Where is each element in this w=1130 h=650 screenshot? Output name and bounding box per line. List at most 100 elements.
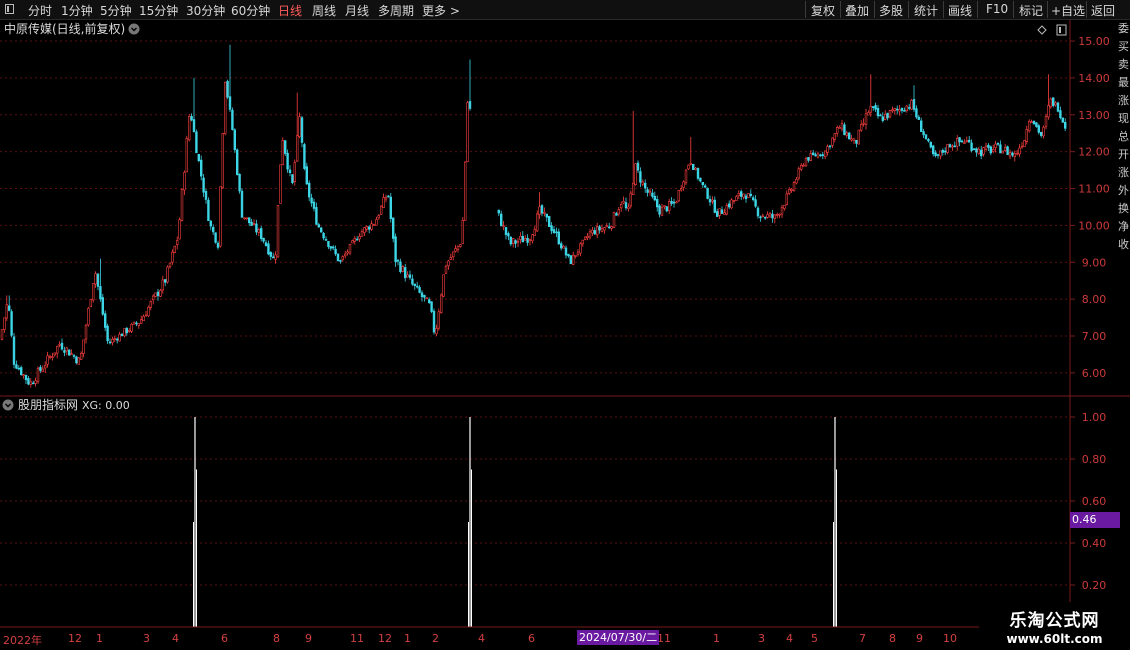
candle [864,108,868,130]
x-tick-label: 4 [478,632,485,645]
tab-daily[interactable]: 日线 [278,2,302,19]
candle [511,237,515,248]
candle [132,321,136,325]
candle [778,213,781,219]
candle [432,308,436,335]
tab-monthly[interactable]: 月线 [345,2,369,19]
candle [886,112,889,121]
candle [499,210,503,227]
candle [197,153,200,163]
back-button[interactable]: 返回 [1091,2,1115,19]
candle [447,259,450,270]
candle [454,244,457,253]
restore-rights-button[interactable]: 复权 [811,2,835,19]
candle [723,208,726,215]
candle [84,323,88,344]
overlay-button[interactable]: 叠加 [845,2,869,19]
candle [111,336,114,346]
candle [879,113,882,117]
tab-fenshi[interactable]: 分时 [28,2,52,19]
candle [168,262,172,269]
candle [941,148,945,156]
tab-5min[interactable]: 5分钟 [100,2,132,19]
candle [355,236,359,241]
candle [346,249,349,256]
candle [1052,97,1055,108]
candle [807,156,810,163]
cursor-date-badge: 2024/07/30/二 [577,630,660,645]
candle [859,120,863,133]
candle [939,150,942,160]
tab-1min[interactable]: 1分钟 [61,2,93,19]
candle [665,206,669,213]
candle [116,337,119,344]
candle [382,193,385,209]
indicator-dropdown-icon[interactable] [2,399,14,411]
candle [802,163,805,167]
candle [264,240,268,247]
candle [883,110,887,121]
statistics-button[interactable]: 统计 [914,2,938,19]
candle [792,181,796,192]
y-tick-label: 13.00 [1078,109,1110,122]
candle [684,169,688,186]
candle [737,190,741,200]
x-tick-label: 9 [916,632,923,645]
candle [543,207,546,217]
candle [888,110,892,119]
candle [214,232,217,244]
candle [900,107,904,114]
candle [631,111,635,195]
candle [15,360,18,370]
signal-bar [468,417,472,627]
candle [159,288,162,298]
candle [989,145,993,156]
candle [243,217,246,220]
chart-area[interactable]: 中原传媒(日线,前复权) 15.0014.0013.0012.0011.0010… [0,20,1130,650]
candle [94,271,97,288]
multi-stock-button[interactable]: 多股 [879,2,903,19]
candle [425,297,428,300]
candle [1032,120,1036,125]
tab-15min[interactable]: 15分钟 [139,2,178,19]
window-icon[interactable] [5,4,14,14]
candle [12,332,16,369]
candle [367,225,371,234]
tab-weekly[interactable]: 周线 [312,2,336,19]
candle [24,374,28,385]
candle [504,226,508,240]
x-tick-label: 12 [378,632,392,645]
draw-line-button[interactable]: 画线 [948,2,972,19]
panel-toggle-icon[interactable] [1056,24,1067,36]
candle [27,376,30,386]
candle [987,143,990,152]
candle [312,198,316,212]
candle [319,226,323,233]
tab-30min[interactable]: 30分钟 [186,2,225,19]
tab-multi-period[interactable]: 多周期 [378,2,414,19]
candle [840,119,844,132]
f10-button[interactable]: F10 [986,2,1008,16]
candle [420,290,424,302]
candle [108,338,112,345]
y-tick-label: 7.00 [1082,330,1107,343]
cursor-value-badge: 0.46 [1070,512,1120,528]
tab-60min[interactable]: 60分钟 [231,2,270,19]
chart-dropdown-icon[interactable] [128,23,140,35]
add-watchlist-button[interactable]: +自选 [1051,2,1085,19]
candle [224,81,227,136]
candle [459,243,462,248]
right-side-label: 总 [1118,130,1129,143]
diamond-icon[interactable] [1037,25,1047,35]
candle [279,164,282,204]
candle [372,223,376,226]
candle [531,233,534,244]
candle [259,225,263,242]
mark-button[interactable]: 标记 [1019,2,1043,19]
candle [677,189,681,203]
more-menu[interactable]: 更多 > [422,2,460,19]
signal-series [193,417,837,627]
candle [996,142,1000,146]
candle [507,231,510,241]
candle [288,165,292,177]
